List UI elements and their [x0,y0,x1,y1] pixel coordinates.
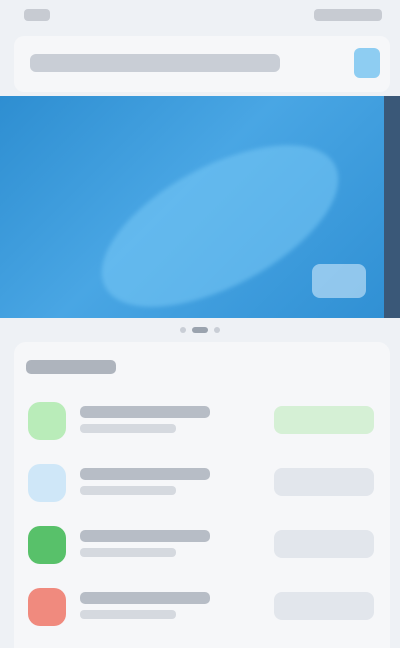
logo-icon [312,264,366,298]
item-title [80,468,210,480]
item-action-button[interactable] [274,406,374,434]
item-subtitle [80,548,176,557]
section-title [26,360,116,374]
app-list-section [14,342,390,648]
item-action-button[interactable] [274,468,374,496]
item-action-button[interactable] [274,530,374,558]
item-title [80,530,210,542]
item-title [80,406,210,418]
item-title [80,592,210,604]
list-item[interactable] [22,456,382,510]
status-bar [0,0,400,34]
list-item[interactable] [22,518,382,572]
pager-dot[interactable] [180,327,186,333]
carousel-indicator [0,322,400,338]
search-icon[interactable] [354,48,380,78]
pager-dot-active[interactable] [192,327,208,333]
item-subtitle [80,610,176,619]
app-icon [28,464,66,502]
app-icon [28,588,66,626]
page-title [30,54,280,72]
list-item[interactable] [22,580,382,634]
promo-banner[interactable] [0,96,400,318]
app-icon [28,526,66,564]
item-action-button[interactable] [274,592,374,620]
item-subtitle [80,486,176,495]
status-icons [314,9,382,21]
status-time [24,9,50,21]
header [14,36,390,92]
banner-edge [384,96,400,318]
list-item[interactable] [22,394,382,448]
item-subtitle [80,424,176,433]
app-icon [28,402,66,440]
pager-dot[interactable] [214,327,220,333]
